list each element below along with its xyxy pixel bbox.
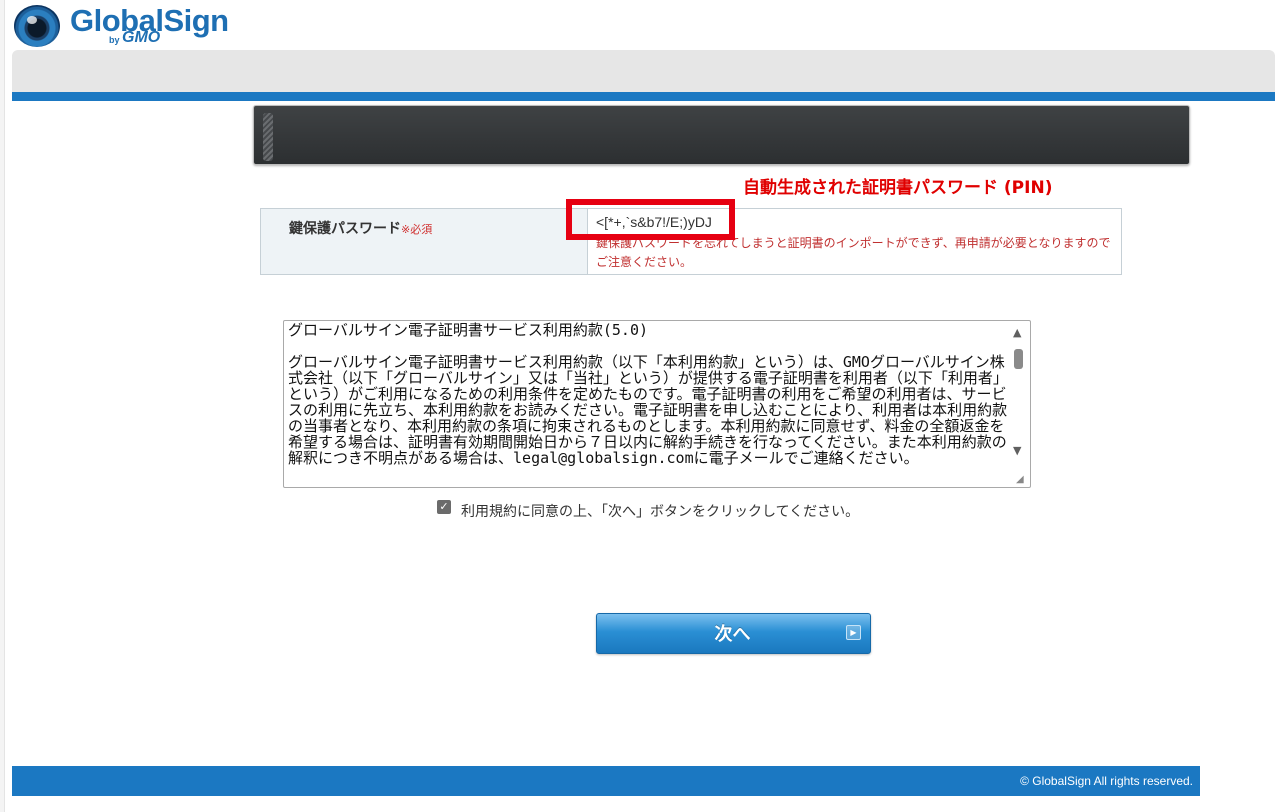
terms-scrollbar[interactable] bbox=[1010, 322, 1028, 484]
logo-by-text: by bbox=[109, 35, 120, 45]
arrow-right-icon[interactable]: ▶ bbox=[846, 625, 861, 640]
footer-copyright: © GlobalSign All rights reserved. bbox=[1020, 774, 1193, 788]
required-mark: ※必須 bbox=[401, 223, 433, 236]
window-edge bbox=[0, 0, 5, 812]
step-progress-bar bbox=[253, 105, 1190, 165]
header-accent-line bbox=[12, 92, 1275, 101]
next-button-label[interactable]: 次へ bbox=[596, 620, 869, 646]
scroll-up-icon[interactable]: ▲ bbox=[1013, 326, 1021, 339]
resize-grip-icon[interactable]: ◢ bbox=[1016, 474, 1024, 485]
scroll-thumb[interactable] bbox=[1014, 349, 1023, 369]
agree-checkbox[interactable]: ✓ bbox=[437, 500, 451, 514]
progress-indicator bbox=[263, 113, 273, 161]
terms-text[interactable]: グローバルサイン電子証明書サービス利用約款(5.0) グローバルサイン電子証明書… bbox=[288, 322, 1008, 484]
header-band bbox=[12, 50, 1275, 93]
password-label: 鍵保護パスワード※必須 bbox=[289, 218, 432, 238]
logo-dot: . bbox=[224, 18, 227, 29]
password-label-text: 鍵保護パスワード bbox=[289, 221, 401, 237]
logo-gmo-text: GMO bbox=[122, 29, 161, 46]
pin-annotation: 自動生成された証明書パスワード (PIN) bbox=[743, 178, 1053, 198]
globalsign-logo-icon[interactable] bbox=[14, 5, 60, 47]
scroll-down-icon[interactable]: ▼ bbox=[1013, 444, 1021, 457]
agree-checkbox-label[interactable]: 利用規約に同意の上、「次へ」ボタンをクリックしてください。 bbox=[461, 501, 859, 521]
highlight-box bbox=[566, 199, 735, 240]
